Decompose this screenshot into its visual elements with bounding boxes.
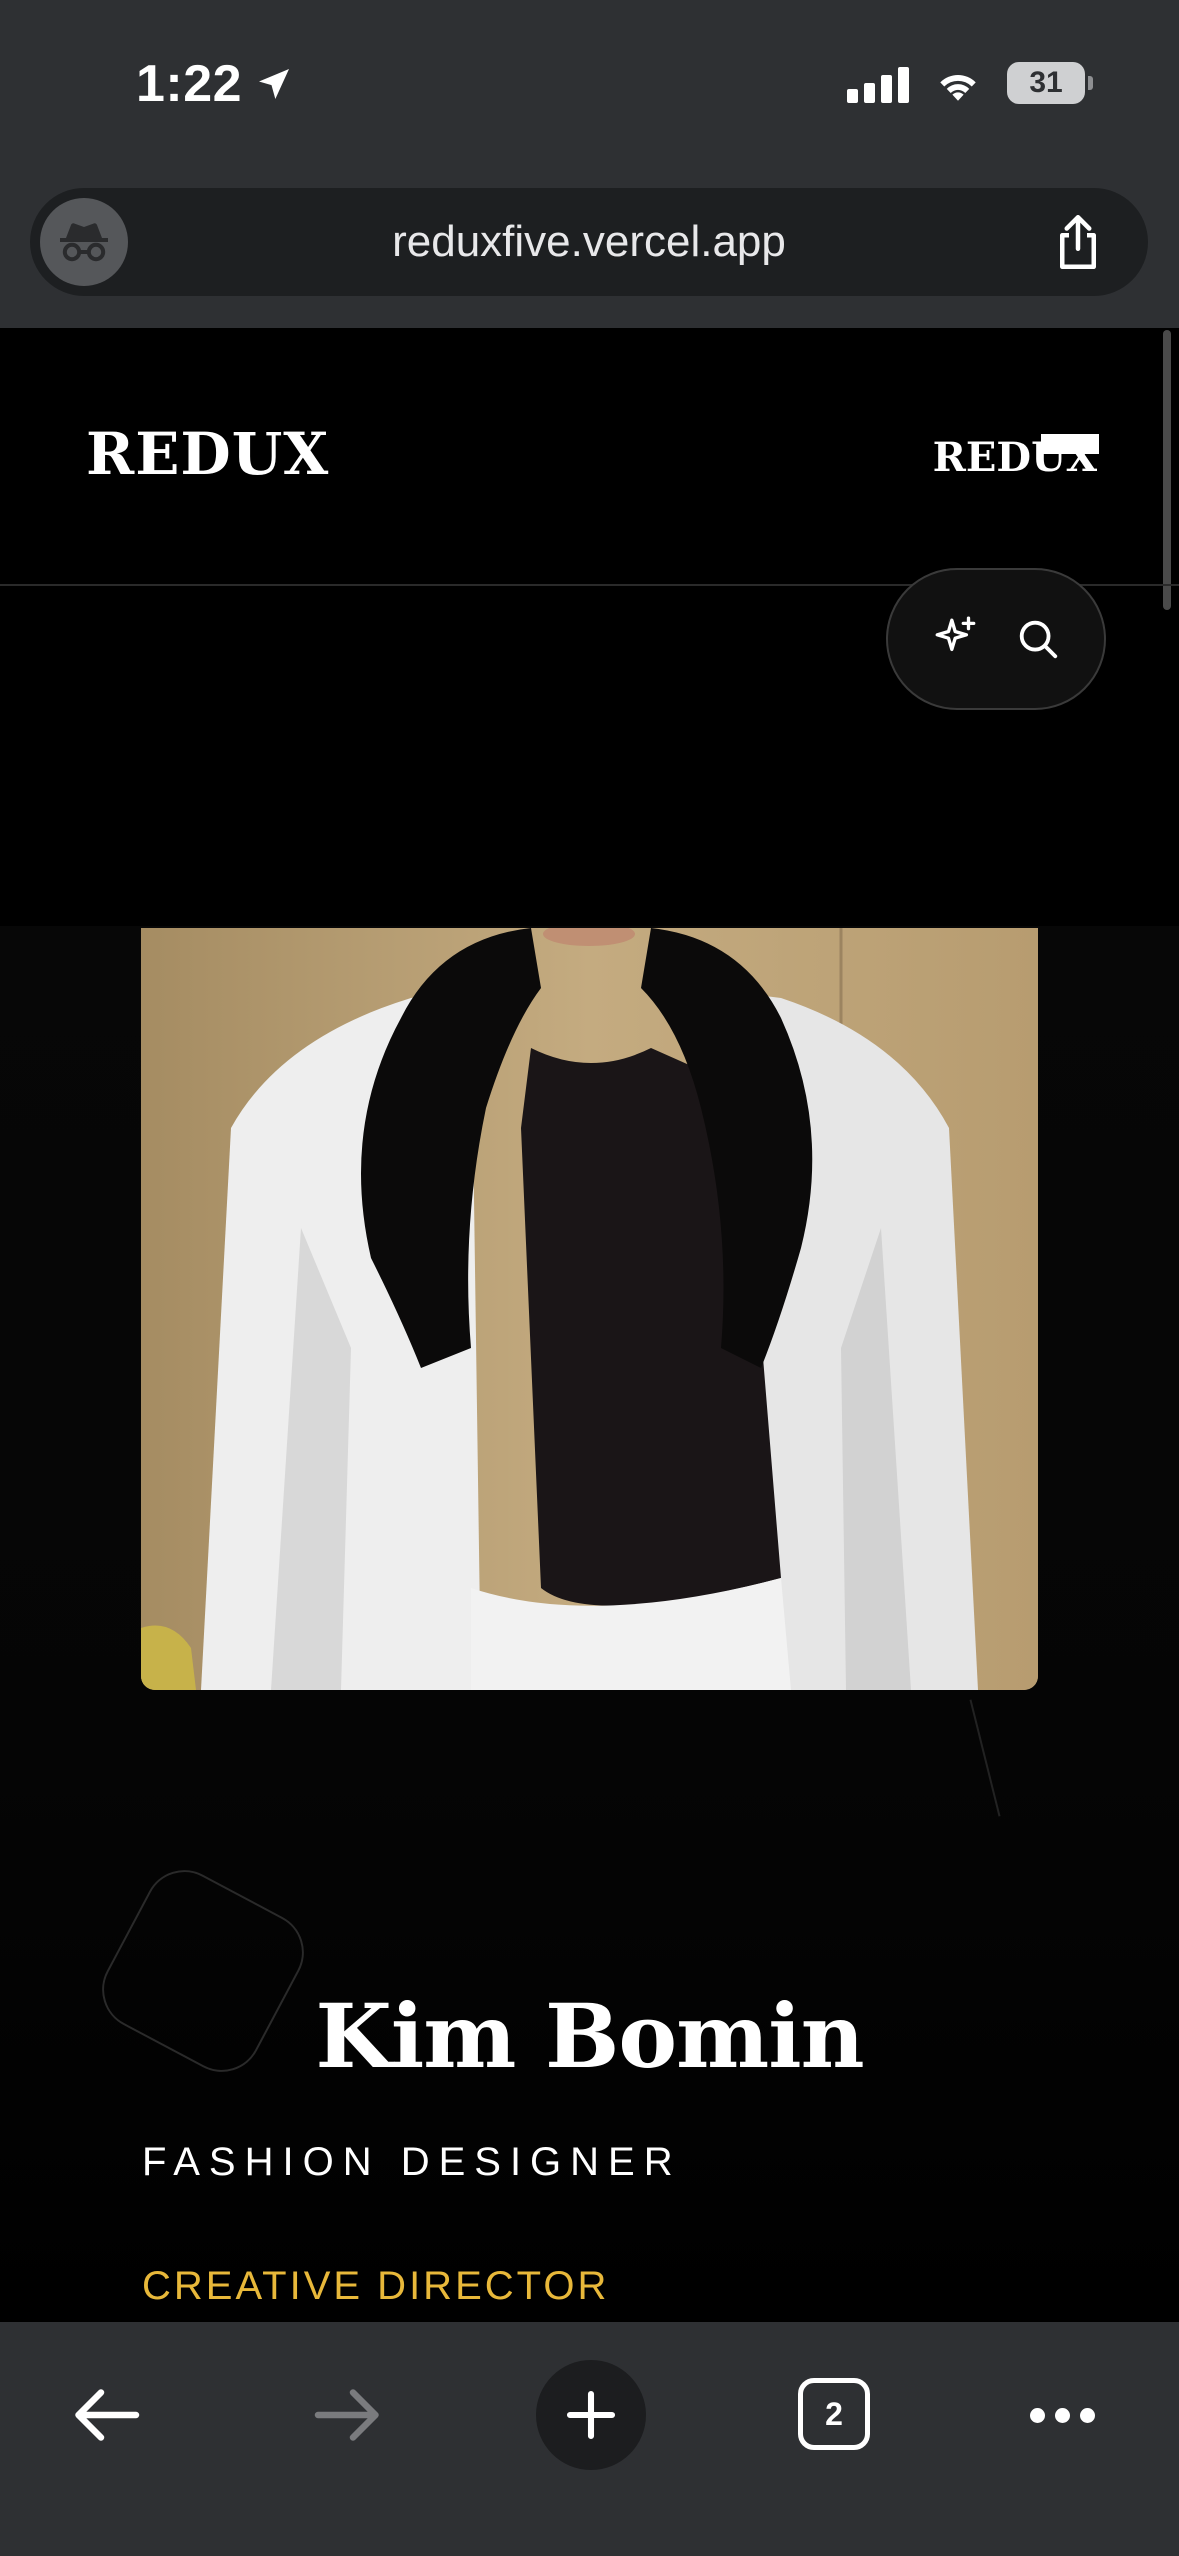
wifi-icon xyxy=(940,75,976,101)
web-page: REDUX REDUX Kim Bomin FASHION DESIGNER C… xyxy=(0,328,1179,2322)
cellular-signal-icon xyxy=(847,63,909,103)
site-header: REDUX REDUX xyxy=(0,328,1179,586)
search-tools-pill[interactable] xyxy=(886,568,1106,710)
tab-count: 2 xyxy=(825,2395,843,2432)
status-time-text: 1:22 xyxy=(136,55,243,113)
new-tab-button[interactable] xyxy=(536,2360,646,2470)
back-arrow-icon xyxy=(75,2389,140,2441)
url-text[interactable]: reduxfive.vercel.app xyxy=(30,217,1148,267)
battery-level: 31 xyxy=(1029,66,1063,99)
share-icon[interactable] xyxy=(1048,212,1108,272)
more-icon[interactable] xyxy=(1024,2360,1100,2470)
sparkle-icon[interactable] xyxy=(931,614,981,664)
browser-bottom-toolbar: 2 xyxy=(0,2322,1179,2556)
profile-name: Kim Bomin xyxy=(315,1984,864,2088)
incognito-icon[interactable] xyxy=(40,198,128,286)
forward-arrow-icon xyxy=(314,2389,379,2441)
browser-top-chrome: 1:22 31 reduxfive.vercel.app xyxy=(0,0,1179,328)
status-indicators: 31 xyxy=(847,62,1093,104)
location-arrow-icon xyxy=(259,69,290,99)
site-logo[interactable]: REDUX xyxy=(86,420,329,488)
address-bar[interactable]: reduxfive.vercel.app xyxy=(30,188,1148,296)
profile-subrole: CREATIVE DIRECTOR xyxy=(142,2264,610,2308)
forward-button[interactable] xyxy=(298,2360,398,2470)
back-button[interactable] xyxy=(56,2360,156,2470)
battery-indicator: 31 xyxy=(1007,62,1093,104)
site-logo-secondary[interactable]: REDUX xyxy=(933,434,1099,481)
status-time: 1:22 xyxy=(136,54,294,114)
profile-role: FASHION DESIGNER xyxy=(142,2140,682,2184)
tab-switcher-button[interactable]: 2 xyxy=(798,2378,870,2450)
logo-accent-bar xyxy=(1041,434,1099,454)
plus-icon xyxy=(566,2390,616,2440)
profile-photo xyxy=(141,928,1038,1690)
search-icon[interactable] xyxy=(1015,616,1061,662)
